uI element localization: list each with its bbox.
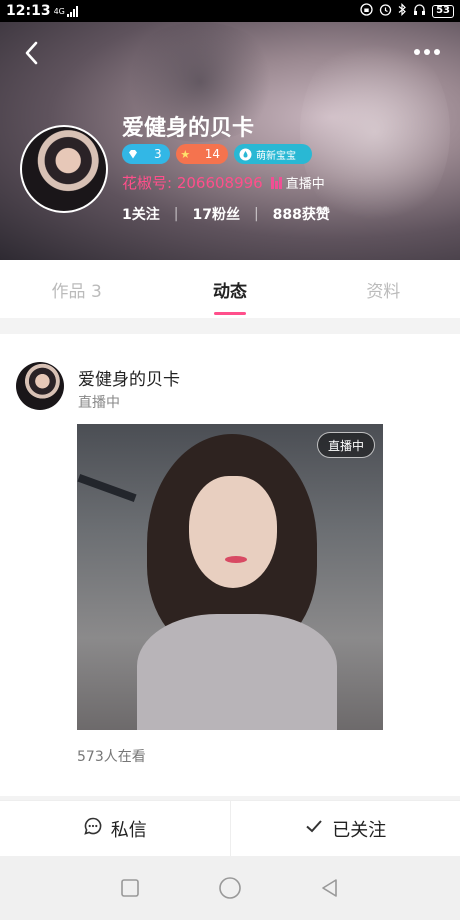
live-badge: 直播中 (316, 432, 375, 458)
battery-indicator: 53 (432, 4, 454, 18)
message-button-label: 私信 (110, 819, 147, 841)
status-icons: 53 (360, 3, 454, 19)
live-stream-thumbnail[interactable]: 直播中 (77, 424, 383, 730)
back-nav-icon[interactable] (317, 875, 343, 901)
profile-id-line: 花椒号: 206608996 直播中 (122, 172, 325, 193)
active-tab-indicator (213, 312, 246, 315)
home-icon[interactable] (217, 875, 243, 901)
followed-button[interactable]: 已关注 (229, 801, 460, 856)
recent-apps-icon[interactable] (117, 875, 143, 901)
tab-moments-label: 动态 (212, 281, 247, 302)
tab-works-label: 作品 3 (51, 281, 102, 302)
system-nav-bar (0, 856, 460, 920)
profile-name: 爱健身的贝卡 (122, 116, 255, 141)
tab-works[interactable]: 作品 3 (0, 260, 153, 318)
star-icon: ★ (180, 147, 191, 161)
following-count[interactable]: 1关注 (122, 204, 160, 224)
star-level-badge[interactable]: ★ 14 (176, 144, 228, 164)
followed-button-label: 已关注 (332, 819, 387, 841)
viewer-count: 573人在看 (77, 749, 146, 765)
diamond-level-badge[interactable]: 3 (122, 144, 170, 164)
profile-header: 爱健身的贝卡 3 ★ 14 萌新宝宝 花椒号: 206608996 直播中 1关… (0, 22, 460, 260)
live-status-label: 直播中 (285, 177, 325, 192)
headphone-icon (413, 3, 426, 19)
bottom-action-bar: 私信 已关注 (0, 800, 460, 856)
rank-badge-label: 萌新宝宝 (256, 150, 296, 162)
post-author-name[interactable]: 爱健身的贝卡 (78, 365, 180, 390)
live-post-card: 爱健身的贝卡 直播中 直播中 573人在看 (0, 334, 460, 796)
back-icon[interactable] (20, 38, 46, 68)
lock-rotation-icon (360, 3, 373, 19)
bluetooth-icon (398, 3, 407, 19)
tab-moments[interactable]: 动态 (153, 260, 306, 318)
star-level-value: 14 (204, 147, 220, 161)
more-options-icon[interactable] (414, 44, 444, 60)
network-label: 4G (53, 6, 65, 16)
profile-badges: 3 ★ 14 萌新宝宝 (122, 144, 312, 164)
tab-info-label: 资料 (366, 281, 401, 302)
rank-badge[interactable]: 萌新宝宝 (234, 144, 312, 164)
tab-info[interactable]: 资料 (307, 260, 460, 318)
diamond-level-value: 3 (154, 147, 162, 161)
status-bar: 12:13 4G 53 (0, 0, 460, 22)
status-time: 12:13 (6, 3, 51, 19)
profile-avatar[interactable] (20, 125, 108, 213)
profile-id: 花椒号: 206608996 (122, 174, 263, 192)
profile-stats: 1关注 | 17粉丝 | 888获赞 (122, 204, 330, 224)
fans-count[interactable]: 17粉丝 (192, 204, 239, 224)
drop-icon (238, 147, 252, 161)
post-status: 直播中 (78, 395, 120, 411)
signal-icon (66, 5, 78, 17)
profile-tabs: 作品 3 动态 资料 (0, 260, 460, 318)
alarm-icon (379, 3, 392, 19)
live-bars-icon (270, 176, 282, 189)
check-icon (304, 816, 324, 841)
likes-count: 888获赞 (272, 207, 330, 223)
chat-bubble-icon (83, 816, 103, 841)
post-avatar[interactable] (16, 362, 64, 410)
diamond-icon (126, 147, 140, 161)
live-status-tag[interactable]: 直播中 (270, 173, 325, 192)
message-button[interactable]: 私信 (0, 801, 230, 856)
